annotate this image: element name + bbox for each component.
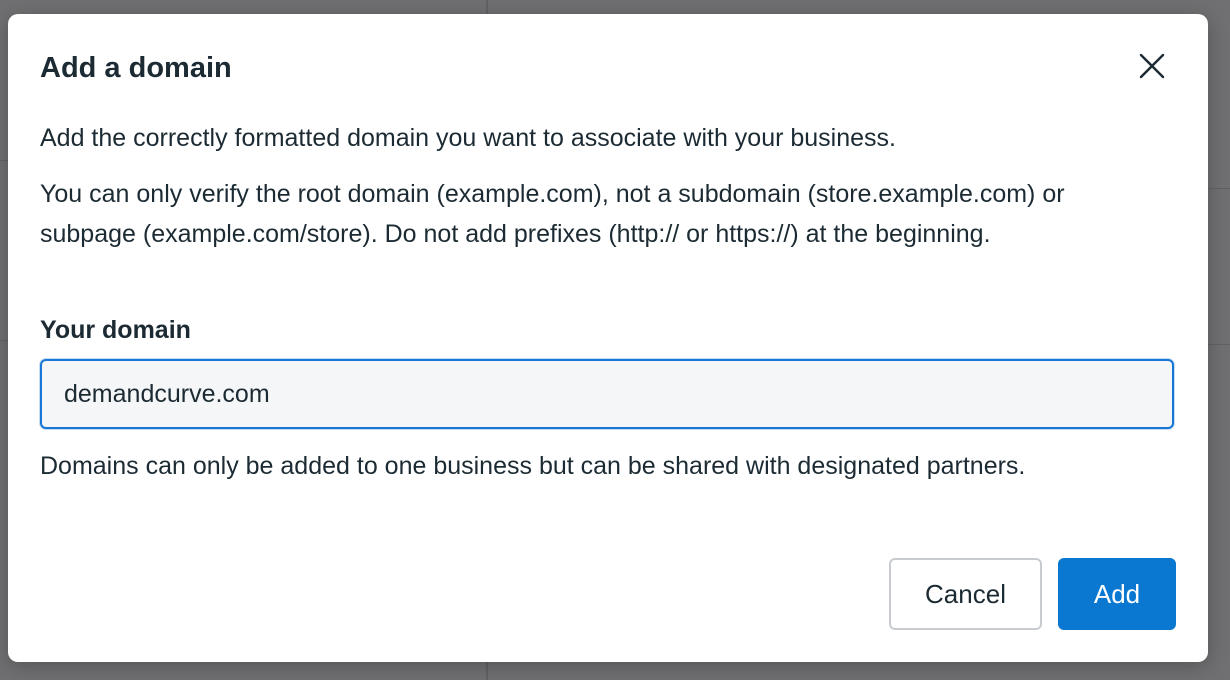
background-divider bbox=[1208, 344, 1230, 345]
domain-field-label: Your domain bbox=[40, 316, 191, 344]
cancel-button[interactable]: Cancel bbox=[889, 558, 1042, 630]
add-button[interactable]: Add bbox=[1058, 558, 1176, 630]
close-icon bbox=[1139, 53, 1165, 79]
dialog-description: Add the correctly formatted domain you w… bbox=[40, 124, 896, 152]
add-domain-dialog: Add a domain Add the correctly formatted… bbox=[8, 14, 1208, 662]
root-domain-note: You can only verify the root domain (exa… bbox=[40, 180, 1065, 248]
domain-input[interactable] bbox=[40, 359, 1174, 429]
dialog-title: Add a domain bbox=[40, 52, 232, 84]
sharing-note: Domains can only be added to one busines… bbox=[40, 452, 1026, 480]
close-button[interactable] bbox=[1136, 50, 1168, 82]
background-divider bbox=[1208, 188, 1230, 189]
